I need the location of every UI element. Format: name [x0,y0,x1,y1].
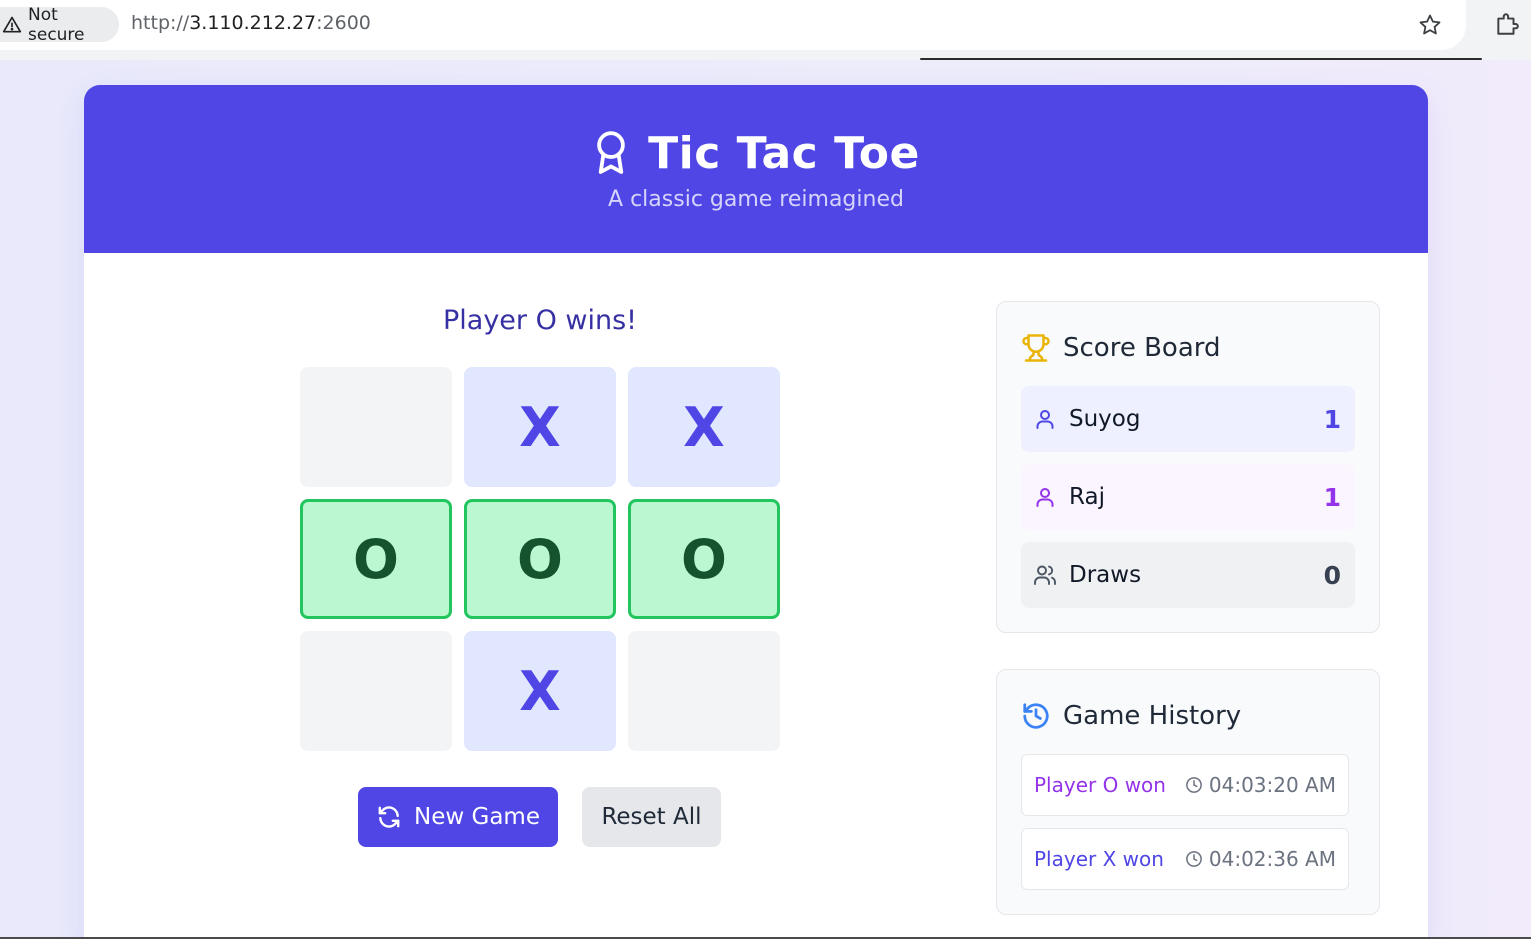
history-icon [1021,701,1051,731]
score-row-suyog: Suyog 1 [1021,386,1355,452]
player-name: Raj [1069,484,1105,510]
warning-triangle-icon [2,15,22,35]
score-row-draws: Draws 0 [1021,542,1355,608]
url-host: 3.110.212.27 [189,12,317,34]
history-item: Player X won 04:02:36 AM [1021,828,1349,890]
board-cell[interactable] [628,631,780,751]
player-score: 1 [1323,404,1341,434]
board-cell[interactable]: X [628,367,780,487]
app-subtitle: A classic game reimagined [608,187,904,212]
board-cell[interactable]: O [300,499,452,619]
url-text[interactable]: http://3.110.212.27:2600 [131,12,371,34]
history-time: 04:03:20 AM [1185,773,1336,797]
board-cell[interactable]: X [464,367,616,487]
app-title: Tic Tac Toe [648,127,920,179]
app-card: Tic Tac Toe A classic game reimagined Pl… [84,85,1428,939]
player-name: Suyog [1069,406,1141,432]
history-time: 04:02:36 AM [1185,847,1336,871]
url-scheme: http:// [131,12,190,34]
history-time-text: 04:02:36 AM [1208,847,1336,871]
score-row-raj: Raj 1 [1021,464,1355,530]
scoreboard-title: Score Board [1021,330,1221,366]
user-icon [1033,407,1069,431]
user-icon [1033,485,1069,509]
refresh-icon [376,804,402,830]
new-game-label: New Game [414,804,540,830]
board-cell[interactable]: O [628,499,780,619]
history-item: Player O won 04:03:20 AM [1021,754,1349,816]
users-icon [1033,563,1069,587]
reset-all-button[interactable]: Reset All [582,787,721,847]
clock-icon [1185,850,1203,868]
history-result: Player X won [1034,847,1164,871]
address-bar[interactable]: Not secure http://3.110.212.27:2600 [0,0,1466,50]
award-icon [592,129,630,177]
security-indicator[interactable]: Not secure [0,4,119,45]
board-cell[interactable] [300,631,452,751]
player-score: 1 [1323,482,1341,512]
history-time-text: 04:03:20 AM [1208,773,1336,797]
board-cell[interactable] [300,367,452,487]
history-title: Game History [1021,698,1241,734]
browser-toolbar: Not secure http://3.110.212.27:2600 [0,0,1531,60]
history-result: Player O won [1034,773,1166,797]
board-cell[interactable]: O [464,499,616,619]
board-cell[interactable]: X [464,631,616,751]
game-board: X X O O O X [300,367,780,751]
star-icon[interactable] [1418,13,1442,37]
url-port: :2600 [316,12,371,34]
scoreboard-title-text: Score Board [1063,333,1221,363]
app-header: Tic Tac Toe A classic game reimagined [84,85,1428,253]
title-row: Tic Tac Toe [84,125,1428,181]
trophy-icon [1021,333,1051,363]
draws-label: Draws [1069,562,1142,588]
security-label: Not secure [28,4,85,45]
history-panel: Game History Player O won 04:03:20 AM Pl… [996,669,1380,915]
game-status: Player O wins! [442,305,638,336]
puzzle-icon[interactable] [1494,11,1520,37]
draws-score: 0 [1323,560,1341,590]
new-game-button[interactable]: New Game [358,787,558,847]
clock-icon [1185,776,1203,794]
history-title-text: Game History [1063,701,1242,731]
scoreboard-panel: Score Board Suyog 1 Raj 1 Draws 0 [996,301,1380,633]
